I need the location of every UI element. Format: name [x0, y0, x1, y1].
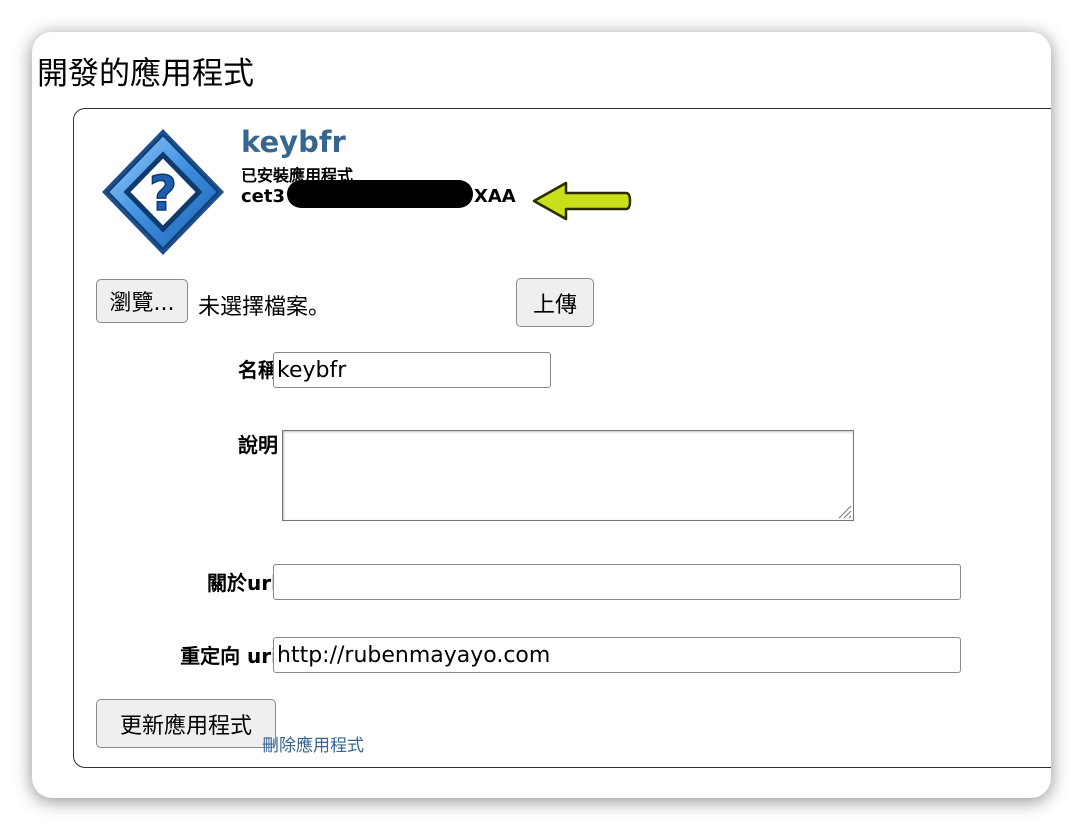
- browse-button[interactable]: 瀏覽...: [96, 279, 188, 323]
- resize-grip-icon[interactable]: [836, 503, 852, 519]
- name-input[interactable]: [273, 352, 551, 388]
- redirect-uri-input[interactable]: [273, 637, 961, 673]
- svg-text:?: ?: [149, 166, 177, 222]
- app-panel: ? keybfr 已安裝應用程式 cet3 XAA 瀏覽... 未選擇檔案。 上…: [73, 108, 1051, 768]
- redirect-uri-label: 重定向 uri: [180, 644, 278, 668]
- annotation-arrow-icon: [532, 181, 632, 221]
- description-textarea[interactable]: [282, 430, 854, 521]
- no-file-selected-text: 未選擇檔案。: [198, 295, 331, 320]
- name-label: 名稱: [238, 358, 278, 382]
- question-diamond-icon: ?: [102, 129, 224, 255]
- developed-apps-card: 開發的應用程式 ? keybfr 已安裝應用程式 cet3 XAA 瀏覽... …: [32, 32, 1051, 798]
- app-id-suffix: XAA: [474, 186, 516, 207]
- redaction-mark: [287, 180, 473, 208]
- app-name: keybfr: [241, 125, 346, 159]
- description-label: 說明: [238, 433, 278, 457]
- about-url-input[interactable]: [273, 564, 961, 600]
- about-url-label: 關於url: [207, 571, 278, 595]
- upload-button[interactable]: 上傳: [516, 278, 594, 327]
- page-title: 開發的應用程式: [37, 56, 254, 92]
- app-id-prefix: cet3: [241, 186, 286, 207]
- update-app-button[interactable]: 更新應用程式: [96, 699, 276, 748]
- delete-app-link[interactable]: 刪除應用程式: [262, 731, 364, 756]
